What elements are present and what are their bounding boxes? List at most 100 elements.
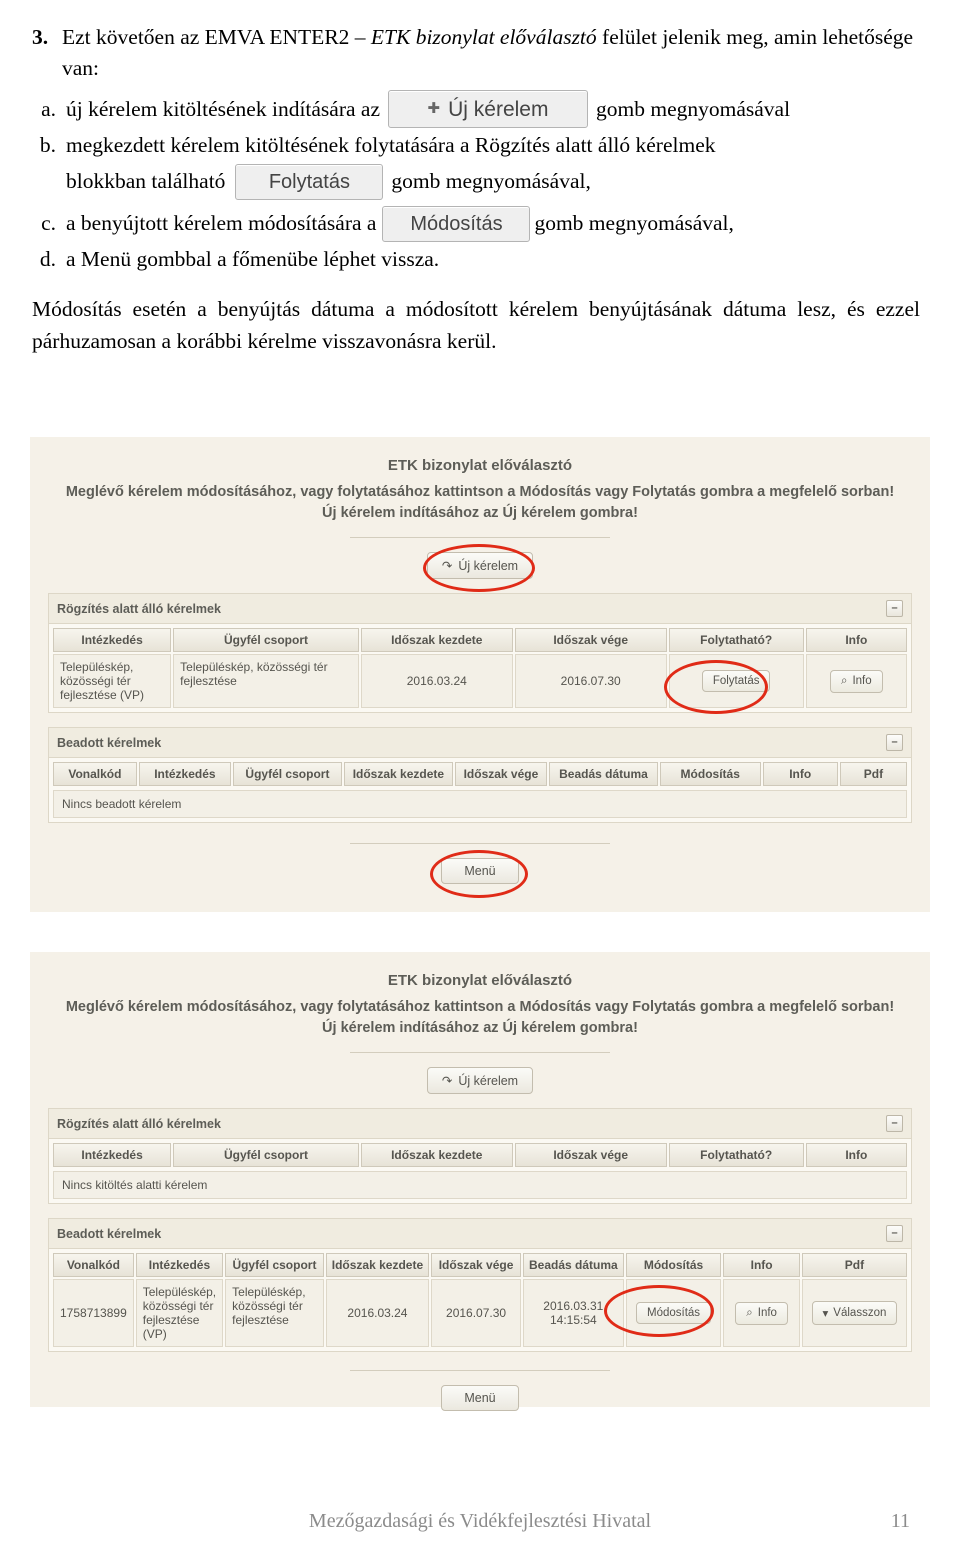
- s2-p2-cell-modositas: Módosítás: [625, 1279, 722, 1347]
- s1-menu-label: Menü: [464, 864, 496, 878]
- s1-panel1-table: Intézkedés Ügyfél csoport Időszak kezdet…: [51, 626, 909, 710]
- s1-p2-th-2: Ügyfél csoport: [232, 762, 342, 786]
- page-number: 11: [890, 1510, 910, 1532]
- s2-p2-th-8: Pdf: [801, 1253, 907, 1277]
- collapse-icon[interactable]: –: [886, 734, 903, 751]
- screenshot-2: ETK bizonylat előválasztó Meglévő kérele…: [30, 952, 930, 1411]
- s2-p1-th-3: Időszak vége: [514, 1143, 667, 1167]
- s2-panel2-header: Beadott kérelmek –: [49, 1219, 911, 1249]
- s2-p2-cell-kezdete: 2016.03.24: [325, 1279, 430, 1347]
- s2-p1-th-4: Folytatható?: [668, 1143, 804, 1167]
- s2-uj-kerelem-button[interactable]: ↷ Új kérelem: [426, 1067, 534, 1094]
- folytatas-button-image[interactable]: Folytatás: [235, 163, 384, 200]
- list-item-c: c. a benyújtott kérelem módosítására a M…: [32, 205, 920, 242]
- s2-panel1-empty: Nincs kitöltés alatti kérelem: [53, 1171, 907, 1199]
- s1-panel1-title: Rögzítés alatt álló kérelmek: [57, 601, 221, 616]
- intro-pre: Ezt követően az EMVA ENTER2 –: [62, 25, 371, 49]
- list-body-b: megkezdett kérelem kitöltésének folytatá…: [66, 129, 920, 200]
- s1-p2-th-1: Intézkedés: [138, 762, 231, 786]
- collapse-icon[interactable]: –: [886, 1115, 903, 1132]
- s2-p2-th-0: Vonalkód: [53, 1253, 134, 1277]
- s2-uj-kerelem-label: Új kérelem: [458, 1073, 519, 1088]
- s2-p1-th-5: Info: [805, 1143, 907, 1167]
- s2-p2-th-1: Intézkedés: [135, 1253, 224, 1277]
- s2-menu-label: Menü: [464, 1391, 496, 1405]
- table-header-row: Intézkedés Ügyfél csoport Időszak kezdet…: [53, 628, 907, 652]
- s2-p2-th-5: Beadás dátuma: [522, 1253, 624, 1277]
- s2-p2-th-7: Info: [723, 1253, 800, 1277]
- list-item-a: a. új kérelem kitöltésének indítására az…: [32, 90, 920, 129]
- intro-row: 3. Ezt követően az EMVA ENTER2 – ETK biz…: [32, 22, 920, 84]
- s1-divider-2: [350, 843, 610, 844]
- s2-p2-th-4: Időszak vége: [431, 1253, 521, 1277]
- s2-modositas-button[interactable]: Módosítás: [635, 1302, 712, 1324]
- s2-panel1-title: Rögzítés alatt álló kérelmek: [57, 1116, 221, 1131]
- s1-menu-wrap: Menü: [48, 850, 912, 898]
- s1-panel-beadott: Beadott kérelmek – Vonalkód Intézkedés Ü…: [48, 727, 912, 823]
- list-marker-c: c.: [41, 211, 56, 236]
- s2-menu-button[interactable]: Menü: [441, 1385, 519, 1411]
- s1-folytatas-button[interactable]: Folytatás: [701, 670, 771, 692]
- s1-p2-th-3: Időszak kezdete: [343, 762, 453, 786]
- s2-info-button[interactable]: ⌕ Info: [735, 1301, 788, 1325]
- s2-panel-beadott: Beadott kérelmek – Vonalkód Intézkedés Ü…: [48, 1218, 912, 1352]
- s1-title: ETK bizonylat előválasztó: [387, 457, 573, 474]
- s2-p1-th-0: Intézkedés: [53, 1143, 172, 1167]
- list-body-c: a benyújtott kérelem módosítására a Módo…: [66, 205, 920, 242]
- uj-kerelem-button-image[interactable]: ✚ Új kérelem: [388, 90, 589, 129]
- s1-divider: [350, 537, 610, 538]
- s1-panel1-header: Rögzítés alatt álló kérelmek –: [49, 594, 911, 624]
- s2-info-label: Info: [757, 1307, 777, 1319]
- s2-panel-rogzites: Rögzítés alatt álló kérelmek – Intézkedé…: [48, 1108, 912, 1204]
- s1-p2-th-8: Pdf: [839, 762, 907, 786]
- s2-panel2-title: Beadott kérelmek: [57, 1226, 162, 1241]
- chevron-down-icon: ▾: [822, 1308, 829, 1320]
- s2-panel1-header: Rögzítés alatt álló kérelmek –: [49, 1109, 911, 1139]
- s1-p1-th-4: Folytatható?: [668, 628, 804, 652]
- table-row: Településkép, közösségi tér fejlesztése …: [53, 654, 907, 708]
- s1-info-button[interactable]: ⌕ Info: [830, 669, 883, 693]
- s2-p2-cell-beadas: 2016.03.31 14:15:54: [522, 1279, 624, 1347]
- item-number: 3.: [32, 25, 49, 49]
- s1-p1-th-2: Időszak kezdete: [360, 628, 513, 652]
- intro-block: 3. Ezt követően az EMVA ENTER2 – ETK biz…: [32, 22, 920, 84]
- s1-info-label: Info: [852, 675, 872, 687]
- table-header-row: Vonalkód Intézkedés Ügyfél csoport Idősz…: [53, 1253, 907, 1277]
- list-body-d: a Menü gombbal a főmenübe léphet vissza.: [66, 246, 440, 271]
- s2-p2-cell-pdf: ▾ Válasszon: [801, 1279, 907, 1347]
- s1-panel-rogzites: Rögzítés alatt álló kérelmek – Intézkedé…: [48, 593, 912, 714]
- s2-subtitle-1: Meglévő kérelem módosításához, vagy foly…: [65, 999, 895, 1015]
- options-list: a. új kérelem kitöltésének indítására az…: [32, 90, 920, 275]
- s1-p1-th-3: Időszak vége: [514, 628, 667, 652]
- collapse-icon[interactable]: –: [886, 600, 903, 617]
- closing-paragraph: Módosítás esetén a benyújtás dátuma a mó…: [32, 296, 920, 354]
- s1-p1-cell-folytathato: Folytatás: [668, 654, 804, 708]
- s2-pdf-select-button[interactable]: ▾ Válasszon: [811, 1301, 898, 1325]
- s2-panel1-table: Intézkedés Ügyfél csoport Időszak kezdet…: [51, 1141, 909, 1169]
- modositas-button-image[interactable]: Módosítás: [382, 205, 531, 242]
- list-b-text-before: blokkban található: [66, 169, 226, 194]
- list-marker-b: b.: [39, 133, 56, 158]
- list-a-text-before: új kérelem kitöltésének indítására az: [66, 97, 381, 122]
- s2-subtitle-2: Új kérelem indításához az Új kérelem gom…: [322, 1020, 638, 1036]
- s2-p2-cell-vonalkod: 1758713899: [53, 1279, 134, 1347]
- collapse-icon[interactable]: –: [886, 1225, 903, 1242]
- s1-menu-button[interactable]: Menü: [441, 858, 519, 884]
- intro-italic: ETK bizonylat előválasztó: [370, 25, 597, 49]
- s1-p1-cell-intezkedes: Településkép, közösségi tér fejlesztése …: [53, 654, 172, 708]
- arrow-icon: ↷: [441, 1074, 453, 1088]
- s2-p2-th-6: Módosítás: [625, 1253, 722, 1277]
- s2-p1-th-1: Ügyfél csoport: [173, 1143, 359, 1167]
- s1-uj-kerelem-button[interactable]: ↷ Új kérelem: [426, 552, 534, 579]
- s1-panel2-title: Beadott kérelmek: [57, 735, 162, 750]
- s2-p2-th-3: Időszak kezdete: [325, 1253, 430, 1277]
- s1-p1-cell-info: ⌕ Info: [805, 654, 907, 708]
- list-item-d: d. a Menü gombbal a főmenübe léphet viss…: [32, 243, 920, 275]
- s1-p1-th-0: Intézkedés: [53, 628, 172, 652]
- s1-p2-th-0: Vonalkód: [53, 762, 137, 786]
- s1-panel2-header: Beadott kérelmek –: [49, 728, 911, 758]
- s1-p1-cell-kezdete: 2016.03.24: [360, 654, 513, 708]
- footer-text: Mezőgazdasági és Vidékfejlesztési Hivata…: [308, 1510, 652, 1532]
- s1-p1-th-5: Info: [805, 628, 907, 652]
- list-marker-d: d.: [39, 246, 56, 271]
